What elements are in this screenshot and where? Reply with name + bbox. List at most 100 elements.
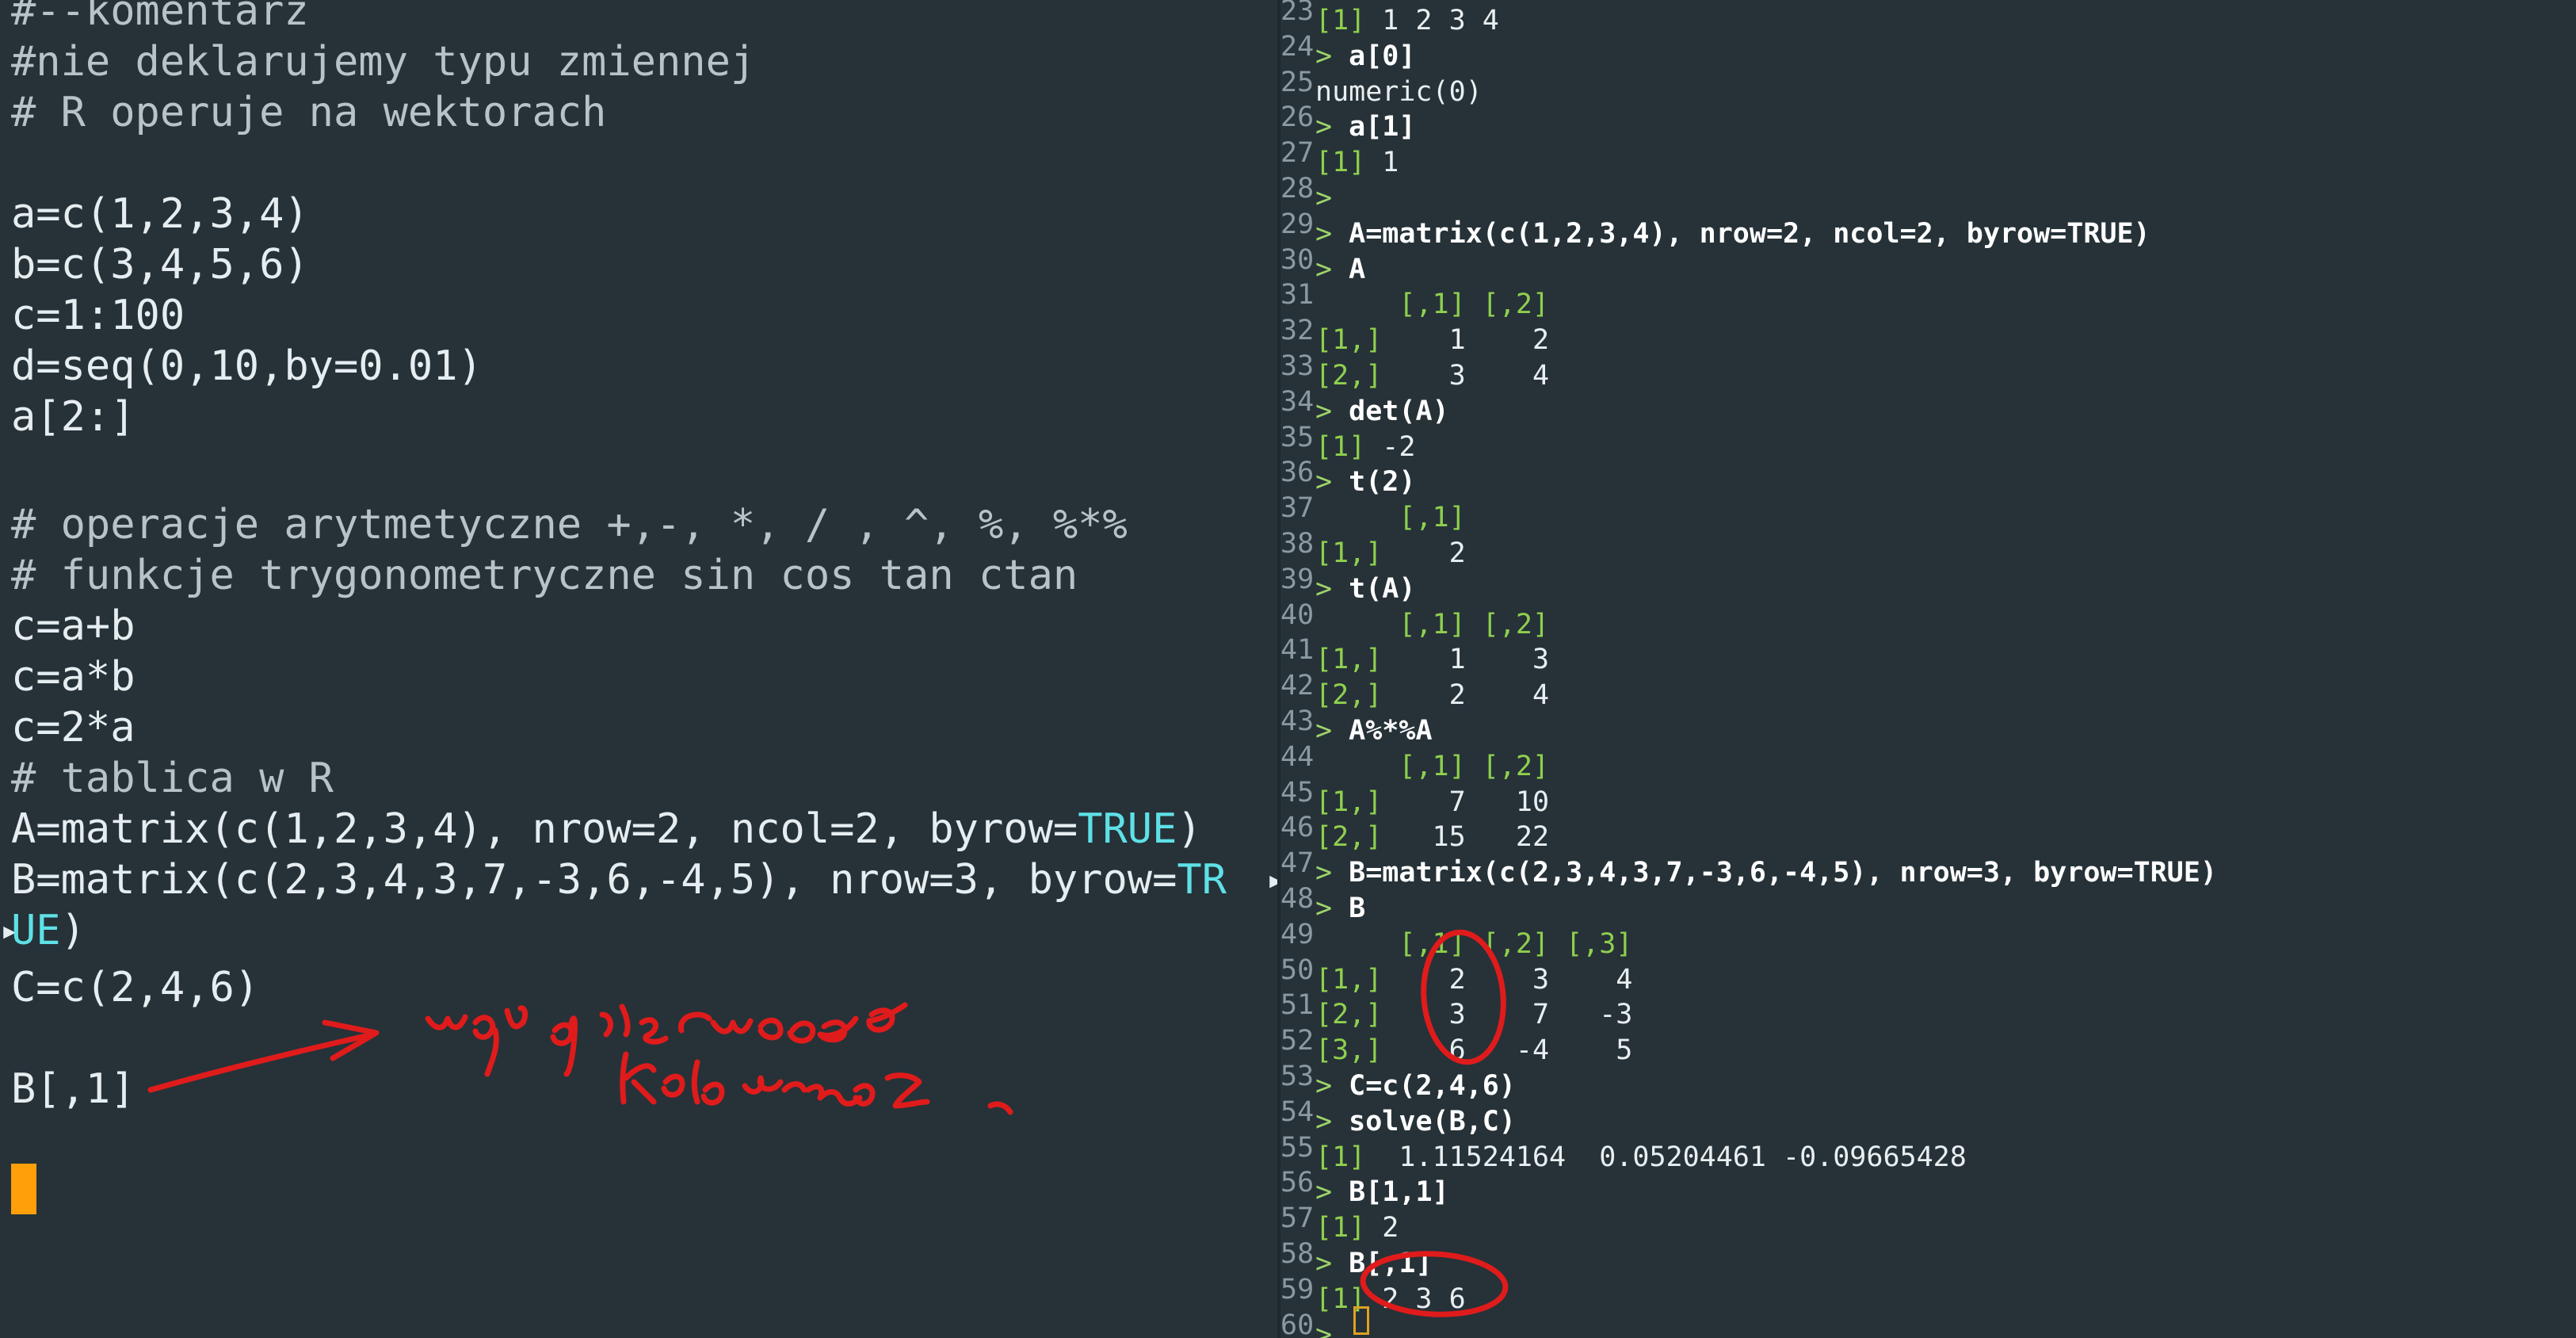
terminal-line: 24> a[0] xyxy=(1280,29,1415,72)
line-number: 56 xyxy=(1280,1167,1315,1199)
editor-line: a[2:] xyxy=(11,393,135,441)
terminal-line: 35[1] -2 xyxy=(1280,420,1415,463)
terminal-line: 55[1] 1.11524164 0.05204461 -0.09665428 xyxy=(1280,1130,1967,1173)
line-number: 53 xyxy=(1280,1061,1315,1092)
terminal-line: 42[2,] 2 4 xyxy=(1280,668,1549,711)
editor-line: d=seq(0,10,by=0.01) xyxy=(11,342,483,390)
terminal-line: 41[1,] 1 3 xyxy=(1280,633,1549,675)
line-number: 38 xyxy=(1280,528,1315,560)
terminal-line: 59[1] 2 3 6 xyxy=(1280,1272,1466,1315)
terminal-line: 60> xyxy=(1280,1308,1349,1338)
line-number: 48 xyxy=(1280,883,1315,915)
editor-line: b=c(3,4,5,6) xyxy=(11,241,309,289)
line-number: 32 xyxy=(1280,315,1315,347)
terminal-line: 37 [,1] xyxy=(1280,491,1466,533)
terminal-line: 46[2,] 15 22 xyxy=(1280,810,1549,853)
editor-line: B[,1] xyxy=(11,1065,135,1113)
editor-line: # R operuje na wektorach xyxy=(11,89,607,136)
line-number: 49 xyxy=(1280,918,1315,950)
line-number: 23 xyxy=(1280,0,1315,27)
terminal-line: 40 [,1] [,2] xyxy=(1280,598,1549,640)
code-text: B=matrix(c(2,3,4,3,7,-3,6,-4,5), nrow=3,… xyxy=(11,856,1177,904)
command-text: B=matrix(c(2,3,4,3,7,-3,6,-4,5), nrow=3,… xyxy=(1349,856,2217,889)
line-number: 59 xyxy=(1280,1273,1315,1306)
terminal-line: 50[1,] 2 3 4 xyxy=(1280,953,1632,996)
editor-cursor xyxy=(11,1164,36,1214)
command-text: A=matrix(c(1,2,3,4), nrow=2, ncol=2, byr… xyxy=(1349,217,2150,250)
terminal-line: 47> B=matrix(c(2,3,4,3,7,-3,6,-4,5), nro… xyxy=(1280,846,2217,889)
terminal-line: 27[1] 1 xyxy=(1280,136,1399,178)
terminal-line: 33[2,] 3 4 xyxy=(1280,349,1549,392)
keyword-true: TRUE xyxy=(1078,805,1177,853)
keyword-true: UE xyxy=(11,907,61,954)
terminal-line: 53> C=c(2,4,6) xyxy=(1280,1059,1516,1102)
terminal-line: 52[3,] 6 -4 5 xyxy=(1280,1023,1632,1066)
line-number: 34 xyxy=(1280,385,1315,418)
line-number: 58 xyxy=(1280,1238,1315,1270)
terminal-line: 32[1,] 1 2 xyxy=(1280,313,1549,356)
prompt-symbol: > xyxy=(1315,1318,1349,1338)
terminal-line: 51[2,] 3 7 -3 xyxy=(1280,988,1632,1030)
terminal-line: 29> A=matrix(c(1,2,3,4), nrow=2, ncol=2,… xyxy=(1280,207,2150,250)
terminal-line: 43> A%*%A xyxy=(1280,704,1433,747)
terminal-line: 30> A xyxy=(1280,243,1365,285)
terminal-line: 26> a[1] xyxy=(1280,100,1415,143)
line-number: 28 xyxy=(1280,173,1315,205)
line-number: 52 xyxy=(1280,1025,1315,1057)
output-text: 1 xyxy=(1365,146,1399,178)
line-number: 39 xyxy=(1280,563,1315,595)
line-number: 44 xyxy=(1280,740,1315,773)
code-text: ) xyxy=(1177,805,1202,853)
editor-line: c=a+b xyxy=(11,602,135,650)
line-number: 31 xyxy=(1280,279,1315,312)
terminal-line: 57[1] 2 xyxy=(1280,1201,1399,1244)
editor-line: C=c(2,4,6) xyxy=(11,964,260,1011)
terminal-line: 44 [,1] [,2] xyxy=(1280,740,1549,782)
editor-line: #nie deklarujemy typu zmiennej xyxy=(11,38,756,86)
editor-line: c=1:100 xyxy=(11,292,185,339)
terminal-line: 34> det(A) xyxy=(1280,384,1449,427)
line-number: 45 xyxy=(1280,776,1315,809)
terminal-cursor xyxy=(1353,1306,1369,1335)
line-number: 29 xyxy=(1280,208,1315,240)
editor-line: c=a*b xyxy=(11,653,135,701)
line-number: 60 xyxy=(1280,1309,1315,1338)
line-number: 37 xyxy=(1280,492,1315,525)
editor-line: a=c(1,2,3,4) xyxy=(11,190,309,238)
terminal-line: 49 [,1] [,2] [,3] xyxy=(1280,917,1632,960)
line-number: 35 xyxy=(1280,421,1315,453)
editor-line: # funkcje trygonometryczne sin cos tan c… xyxy=(11,552,1078,599)
line-number: 41 xyxy=(1280,634,1315,667)
output-text: 1.11524164 0.05204461 -0.09665428 xyxy=(1365,1141,1967,1173)
terminal-line: 56> B[1,1] xyxy=(1280,1165,1449,1208)
line-number: 43 xyxy=(1280,705,1315,737)
terminal-line: 36> t(2) xyxy=(1280,455,1415,498)
line-number: 26 xyxy=(1280,101,1315,134)
editor-line: # operacje arytmetyczne +,-, *, / , ^, %… xyxy=(11,501,1128,549)
keyword-true: TR xyxy=(1177,856,1227,904)
terminal-line: 38[1,] 2 xyxy=(1280,526,1466,569)
terminal-line: 23[1] 1 2 3 4 xyxy=(1280,0,1499,36)
terminal-line: 45[1,] 7 10 xyxy=(1280,775,1549,818)
editor-line: # tablica w R xyxy=(11,755,334,802)
terminal-line: 31 [,1] [,2] xyxy=(1280,277,1549,320)
line-number: 30 xyxy=(1280,243,1315,276)
editor-line: #--komentarz xyxy=(11,0,309,35)
editor-line: UE) xyxy=(11,905,86,956)
line-number: 40 xyxy=(1280,598,1315,631)
terminal-pane[interactable]: 23[1] 1 2 3 4 24> a[0] 25numeric(0) 26> a[1… xyxy=(1280,0,2576,1338)
terminal-line: 39> t(A) xyxy=(1280,562,1415,605)
terminal-line: 25numeric(0) xyxy=(1280,65,1483,108)
editor-pane[interactable]: #--komentarz #nie deklarujemy typu zmien… xyxy=(0,0,1277,1338)
line-number: 51 xyxy=(1280,989,1315,1022)
code-text: ) xyxy=(60,907,86,954)
terminal-line: 54> solve(B,C) xyxy=(1280,1095,1516,1137)
line-number: 36 xyxy=(1280,457,1315,489)
line-number: 25 xyxy=(1280,66,1315,98)
line-number: 50 xyxy=(1280,954,1315,986)
line-number: 24 xyxy=(1280,30,1315,63)
line-number: 33 xyxy=(1280,350,1315,382)
terminal-line: 28> xyxy=(1280,171,1332,214)
line-number: 27 xyxy=(1280,137,1315,170)
terminal-line: 48> B xyxy=(1280,881,1365,924)
